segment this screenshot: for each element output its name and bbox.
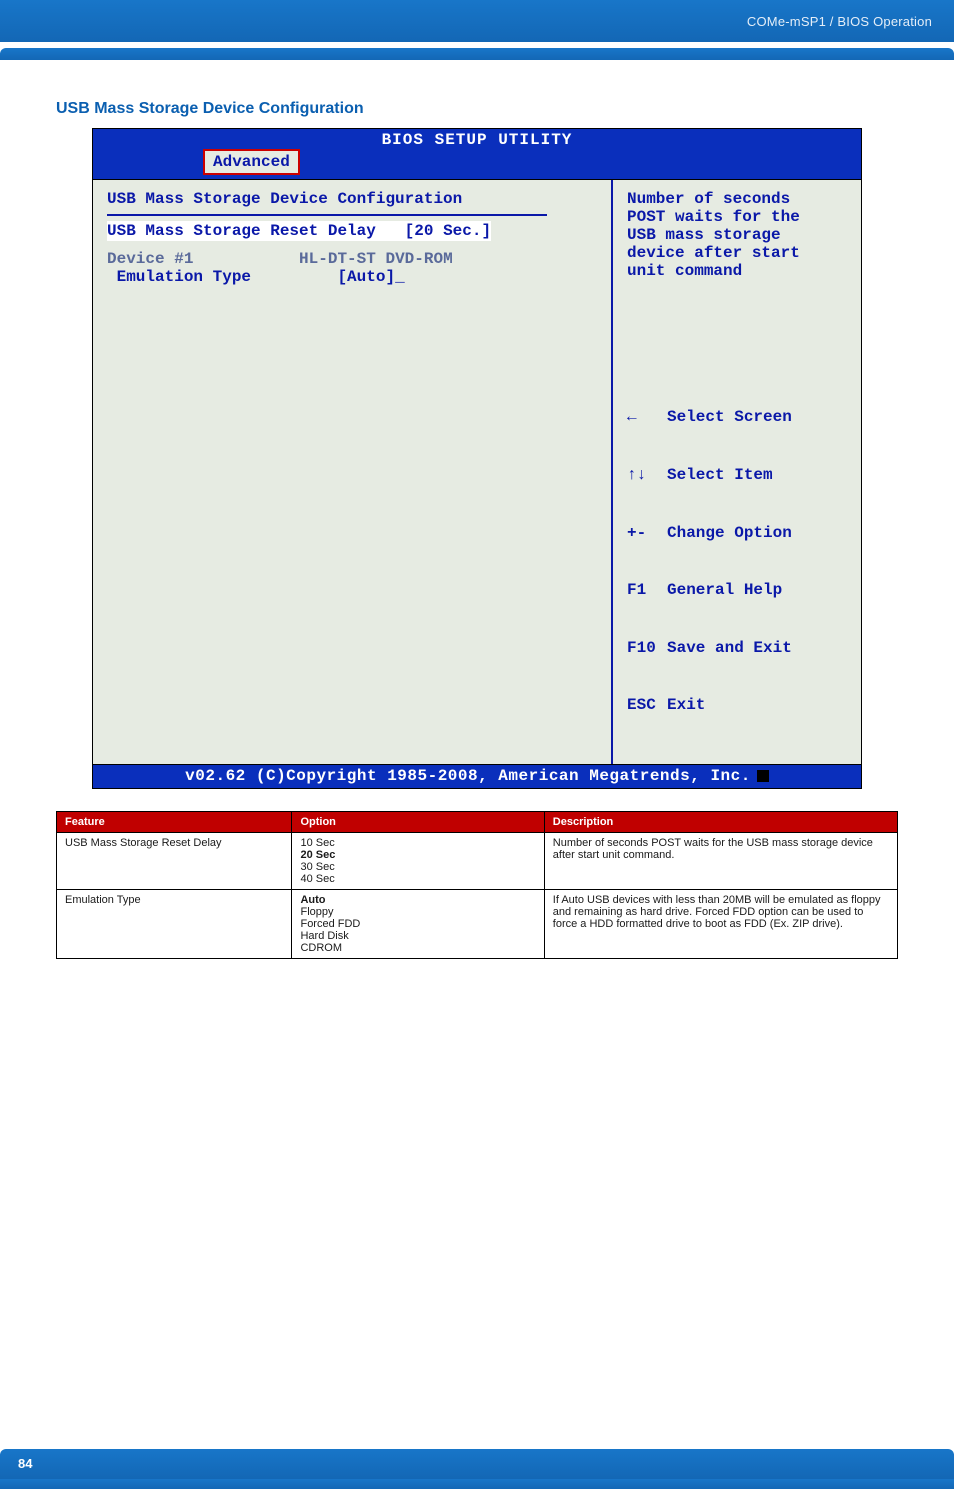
option-line: Forced FDD <box>300 918 535 930</box>
cell-feature: Emulation Type <box>57 889 292 958</box>
option-line: 20 Sec <box>300 849 535 861</box>
bios-title: BIOS SETUP UTILITY <box>93 131 861 149</box>
bios-right-panel: Number of seconds POST waits for the USB… <box>611 180 861 764</box>
key-label: Select Screen <box>667 408 792 426</box>
cell-description: If Auto USB devices with less than 20MB … <box>544 889 897 958</box>
section-title: USB Mass Storage Device Configuration <box>56 100 898 118</box>
bios-row-device: Device #1 HL-DT-ST DVD-ROM <box>107 250 593 268</box>
table-row: USB Mass Storage Reset Delay10 Sec20 Sec… <box>57 832 898 889</box>
option-line: 10 Sec <box>300 837 535 849</box>
bios-row-reset-delay[interactable]: USB Mass Storage Reset Delay [20 Sec.] <box>107 222 593 240</box>
bios-copyright: v02.62 (C)Copyright 1985-2008, American … <box>185 767 751 785</box>
th-feature: Feature <box>57 811 292 832</box>
footer-end-icon <box>757 770 769 782</box>
reset-delay-value: [20 Sec.] <box>405 222 491 240</box>
page-footer: 84 <box>0 1449 954 1489</box>
key-icon: F1 <box>627 581 667 600</box>
help-line: device after start <box>627 244 851 262</box>
bios-footer: v02.62 (C)Copyright 1985-2008, American … <box>93 765 861 788</box>
bios-left-panel: USB Mass Storage Device Configuration US… <box>93 180 611 764</box>
cell-feature: USB Mass Storage Reset Delay <box>57 832 292 889</box>
page-number: 84 <box>18 1456 32 1471</box>
bios-screen: BIOS SETUP UTILITY Advanced USB Mass Sto… <box>92 128 862 789</box>
cell-option: 10 Sec20 Sec30 Sec40 Sec <box>292 832 544 889</box>
bios-title-bar: BIOS SETUP UTILITY Advanced <box>93 129 861 179</box>
help-line: unit command <box>627 262 851 280</box>
device-label: Device #1 <box>107 250 193 268</box>
option-line: CDROM <box>300 942 535 954</box>
cell-description: Number of seconds POST waits for the USB… <box>544 832 897 889</box>
option-line: 40 Sec <box>300 873 535 885</box>
option-line: Auto <box>300 894 535 906</box>
bios-help-text: Number of seconds POST waits for the USB… <box>627 190 851 280</box>
breadcrumb: COMe-mSP1 / BIOS Operation <box>747 14 932 29</box>
th-description: Description <box>544 811 897 832</box>
bios-key-help: ←Select Screen ↑↓Select Item +-Change Op… <box>627 370 851 754</box>
key-label: General Help <box>667 581 782 599</box>
header-strip <box>0 48 954 60</box>
cell-option: AutoFloppyForced FDDHard DiskCDROM <box>292 889 544 958</box>
option-line: Hard Disk <box>300 930 535 942</box>
key-icon: ← <box>627 408 667 427</box>
footer-strip <box>0 1479 954 1489</box>
bios-divider <box>107 214 547 216</box>
th-option: Option <box>292 811 544 832</box>
key-icon: F10 <box>627 639 667 658</box>
table-header-row: Feature Option Description <box>57 811 898 832</box>
top-header: COMe-mSP1 / BIOS Operation <box>0 0 954 42</box>
key-label: Change Option <box>667 524 792 542</box>
table-row: Emulation TypeAutoFloppyForced FDDHard D… <box>57 889 898 958</box>
option-line: 30 Sec <box>300 861 535 873</box>
key-label: Select Item <box>667 466 773 484</box>
help-line: Number of seconds <box>627 190 851 208</box>
help-line: USB mass storage <box>627 226 851 244</box>
key-label: Save and Exit <box>667 639 792 657</box>
emulation-value: [Auto]_ <box>337 268 404 286</box>
feature-table: Feature Option Description USB Mass Stor… <box>56 811 898 959</box>
bios-row-emulation[interactable]: Emulation Type [Auto]_ <box>107 268 593 286</box>
device-value: HL-DT-ST DVD-ROM <box>299 250 453 268</box>
key-icon: ↑↓ <box>627 466 667 485</box>
footer-bar: 84 <box>0 1449 954 1479</box>
bios-body: USB Mass Storage Device Configuration US… <box>93 179 861 765</box>
bios-panel-heading: USB Mass Storage Device Configuration <box>107 190 593 208</box>
key-icon: +- <box>627 524 667 543</box>
key-label: Exit <box>667 696 705 714</box>
reset-delay-label: USB Mass Storage Reset Delay <box>107 222 376 240</box>
help-line: POST waits for the <box>627 208 851 226</box>
option-line: Floppy <box>300 906 535 918</box>
key-icon: ESC <box>627 696 667 715</box>
bios-wrapper: BIOS SETUP UTILITY Advanced USB Mass Sto… <box>56 128 898 789</box>
emulation-label: Emulation Type <box>107 268 251 286</box>
bios-tab-advanced[interactable]: Advanced <box>203 149 300 175</box>
page-content: USB Mass Storage Device Configuration BI… <box>0 60 954 989</box>
